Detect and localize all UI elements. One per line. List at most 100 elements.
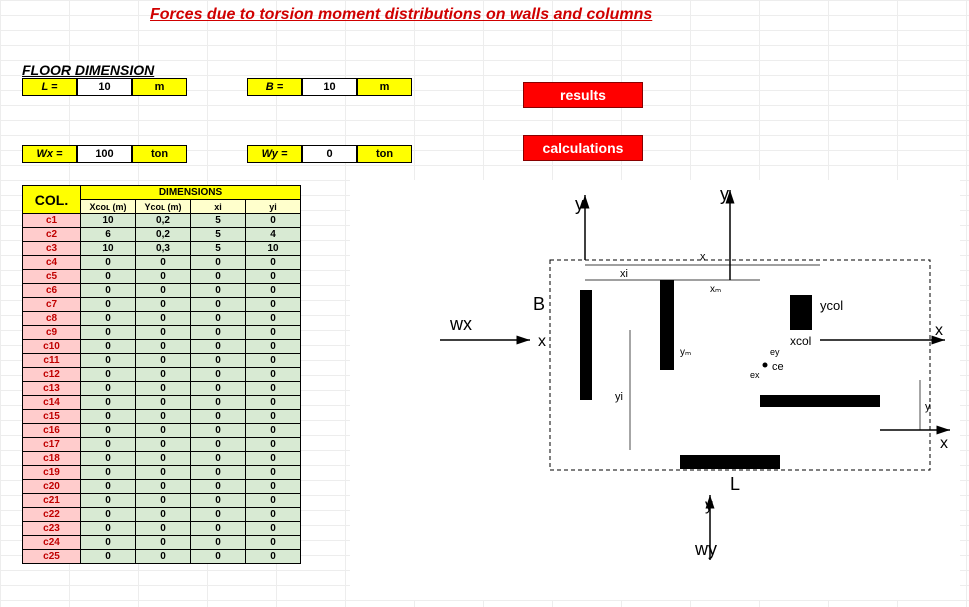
cell-value[interactable]: 0	[246, 396, 301, 410]
cell-value[interactable]: 0	[136, 424, 191, 438]
cell-value[interactable]: 0	[246, 312, 301, 326]
cell-value[interactable]: 0	[191, 340, 246, 354]
cell-value[interactable]: 0	[246, 326, 301, 340]
wy-input[interactable]: 0	[302, 145, 357, 163]
cell-value[interactable]: 0	[191, 368, 246, 382]
cell-value[interactable]: 0	[246, 452, 301, 466]
cell-value[interactable]: 0	[246, 480, 301, 494]
cell-value[interactable]: 0	[246, 536, 301, 550]
cell-value[interactable]: 0	[191, 270, 246, 284]
cell-value[interactable]: 0	[136, 396, 191, 410]
cell-value[interactable]: 0	[246, 424, 301, 438]
cell-value[interactable]: 0	[81, 424, 136, 438]
cell-value[interactable]: 0	[191, 480, 246, 494]
cell-value[interactable]: 0	[191, 438, 246, 452]
cell-value[interactable]: 0	[191, 550, 246, 564]
cell-value[interactable]: 0	[136, 368, 191, 382]
cell-value[interactable]: 0	[246, 340, 301, 354]
cell-value[interactable]: 6	[81, 228, 136, 242]
cell-value[interactable]: 0	[81, 550, 136, 564]
cell-value[interactable]: 0	[136, 536, 191, 550]
cell-value[interactable]: 0	[81, 270, 136, 284]
cell-value[interactable]: 0	[81, 494, 136, 508]
cell-value[interactable]: 0	[136, 550, 191, 564]
cell-value[interactable]: 0	[246, 256, 301, 270]
cell-value[interactable]: 0	[136, 494, 191, 508]
cell-value[interactable]: 5	[191, 242, 246, 256]
cell-value[interactable]: 0	[136, 340, 191, 354]
cell-value[interactable]: 0	[191, 354, 246, 368]
cell-value[interactable]: 0	[191, 522, 246, 536]
cell-value[interactable]: 0	[136, 284, 191, 298]
cell-value[interactable]: 0	[191, 466, 246, 480]
cell-value[interactable]: 0	[81, 284, 136, 298]
cell-value[interactable]: 0	[191, 410, 246, 424]
cell-value[interactable]: 0	[81, 312, 136, 326]
cell-value[interactable]: 0	[246, 494, 301, 508]
cell-value[interactable]: 0	[136, 452, 191, 466]
cell-value[interactable]: 0	[191, 326, 246, 340]
cell-value[interactable]: 0	[246, 214, 301, 228]
cell-value[interactable]: 0	[81, 536, 136, 550]
cell-value[interactable]: 0	[136, 438, 191, 452]
cell-value[interactable]: 0	[81, 340, 136, 354]
cell-value[interactable]: 0	[246, 508, 301, 522]
cell-value[interactable]: 0	[81, 466, 136, 480]
cell-value[interactable]: 0	[81, 438, 136, 452]
cell-value[interactable]: 0	[191, 298, 246, 312]
cell-value[interactable]: 0	[191, 424, 246, 438]
cell-value[interactable]: 0	[136, 382, 191, 396]
cell-value[interactable]: 0	[81, 256, 136, 270]
cell-value[interactable]: 0	[191, 536, 246, 550]
cell-value[interactable]: 0	[246, 270, 301, 284]
cell-value[interactable]: 0	[81, 410, 136, 424]
cell-value[interactable]: 0	[246, 284, 301, 298]
cell-value[interactable]: 0	[81, 452, 136, 466]
cell-value[interactable]: 0	[136, 466, 191, 480]
cell-value[interactable]: 0	[136, 298, 191, 312]
cell-value[interactable]: 4	[246, 228, 301, 242]
cell-value[interactable]: 0	[136, 354, 191, 368]
cell-value[interactable]: 0	[246, 368, 301, 382]
cell-value[interactable]: 0	[191, 508, 246, 522]
cell-value[interactable]: 0	[191, 452, 246, 466]
cell-value[interactable]: 0	[191, 256, 246, 270]
cell-value[interactable]: 0	[136, 270, 191, 284]
cell-value[interactable]: 0	[81, 382, 136, 396]
cell-value[interactable]: 0	[246, 466, 301, 480]
cell-value[interactable]: 0	[136, 480, 191, 494]
cell-value[interactable]: 0	[81, 368, 136, 382]
cell-value[interactable]: 0	[81, 522, 136, 536]
calculations-button[interactable]: calculations	[523, 135, 643, 161]
cell-value[interactable]: 0	[246, 298, 301, 312]
cell-value[interactable]: 0	[191, 382, 246, 396]
cell-value[interactable]: 0,3	[136, 242, 191, 256]
b-input[interactable]: 10	[302, 78, 357, 96]
cell-value[interactable]: 0,2	[136, 214, 191, 228]
cell-value[interactable]: 0	[191, 494, 246, 508]
cell-value[interactable]: 0	[81, 396, 136, 410]
cell-value[interactable]: 0	[191, 312, 246, 326]
cell-value[interactable]: 0	[136, 410, 191, 424]
cell-value[interactable]: 0	[246, 382, 301, 396]
cell-value[interactable]: 5	[191, 228, 246, 242]
cell-value[interactable]: 0	[191, 284, 246, 298]
results-button[interactable]: results	[523, 82, 643, 108]
cell-value[interactable]: 5	[191, 214, 246, 228]
cell-value[interactable]: 0	[81, 480, 136, 494]
wx-input[interactable]: 100	[77, 145, 132, 163]
cell-value[interactable]: 10	[81, 242, 136, 256]
cell-value[interactable]: 0	[136, 522, 191, 536]
cell-value[interactable]: 0	[246, 522, 301, 536]
cell-value[interactable]: 10	[246, 242, 301, 256]
cell-value[interactable]: 0	[246, 354, 301, 368]
cell-value[interactable]: 0	[136, 256, 191, 270]
cell-value[interactable]: 0	[246, 550, 301, 564]
cell-value[interactable]: 0	[191, 396, 246, 410]
cell-value[interactable]: 0	[246, 438, 301, 452]
cell-value[interactable]: 10	[81, 214, 136, 228]
cell-value[interactable]: 0	[136, 312, 191, 326]
cell-value[interactable]: 0	[81, 354, 136, 368]
l-input[interactable]: 10	[77, 78, 132, 96]
cell-value[interactable]: 0	[81, 326, 136, 340]
